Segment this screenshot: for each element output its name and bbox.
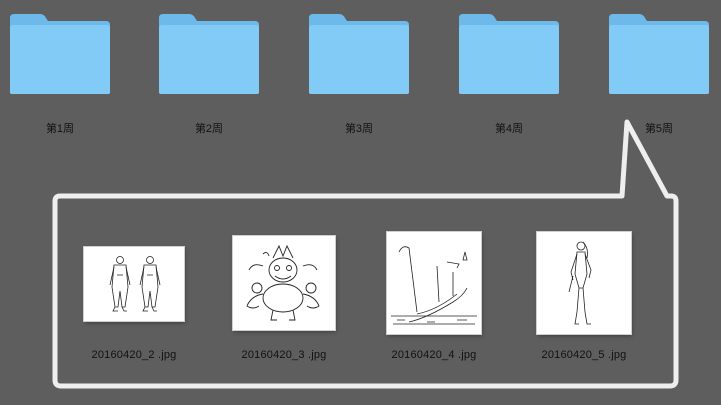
scene-sketch-thumbnail [391, 246, 477, 325]
file-thumbnail-1[interactable] [84, 247, 184, 321]
callout-bubble [52, 119, 679, 389]
creature-sketch-thumbnail [246, 244, 320, 321]
file-name: 20160420_3 .jpg [241, 349, 327, 361]
character-sketch-thumbnail [109, 256, 161, 312]
file-thumbnail-4[interactable] [537, 232, 631, 334]
file-name: 20160420_4 .jpg [391, 349, 477, 361]
file-name: 20160420_2 .jpg [91, 349, 177, 361]
file-name: 20160420_5 .jpg [541, 349, 627, 361]
file-thumbnail-2[interactable] [233, 236, 335, 330]
file-thumbnail-3[interactable] [387, 232, 481, 334]
figure-sketch-thumbnail [568, 241, 592, 325]
